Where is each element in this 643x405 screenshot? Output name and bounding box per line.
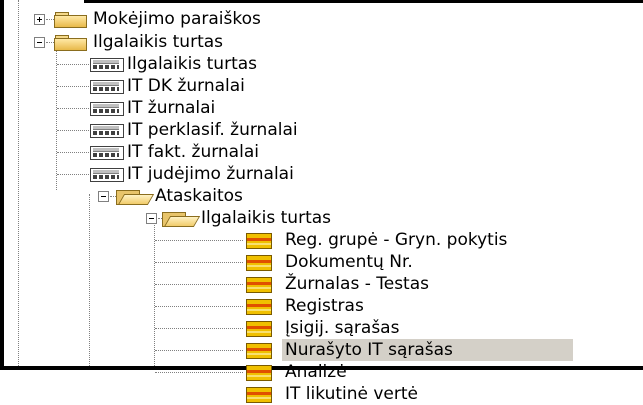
report-icon [246, 299, 272, 315]
folder-closed-icon [54, 12, 87, 28]
expand-icon[interactable] [34, 14, 45, 25]
folder-open-icon [116, 189, 155, 205]
tree-item-dokumentu-nr[interactable]: Dokumentų Nr. [4, 251, 643, 273]
tree-item-label: Mokėjimo paraiškos [93, 9, 261, 29]
collapse-icon[interactable] [98, 191, 109, 202]
tree-item-label: IT perklasif. žurnalai [127, 120, 298, 140]
journal-icon [90, 146, 124, 160]
tree-item-isigij-sarasas[interactable]: Įsigij. sąrašas [4, 317, 643, 339]
journal-icon [90, 58, 124, 72]
tree-item-label: Dokumentų Nr. [285, 252, 413, 272]
journal-icon [90, 102, 124, 116]
tree-item-reg-grupe-gryn-pokytis[interactable]: Reg. grupė - Gryn. pokytis [4, 229, 643, 251]
tree-view[interactable]: Mokėjimo paraiškos Ilgalaikis turtas Ilg… [4, 0, 643, 404]
tree-item-label-selected: Nurašyto IT sąrašas [282, 339, 573, 361]
folder-closed-icon [54, 35, 87, 51]
tree-item-label: Analizė [285, 362, 347, 382]
tree-item-ataskaitos[interactable]: Ataskaitos [4, 185, 643, 207]
report-icon [246, 343, 272, 359]
tree-item-label: Žurnalas - Testas [285, 274, 429, 294]
tree-item-label: Ilgalaikis turtas [201, 208, 332, 228]
folder-open-icon [162, 211, 201, 227]
tree-item-it-zurnalai[interactable]: IT žurnalai [4, 97, 643, 119]
tree-item-ilgalaikis-turtas[interactable]: Ilgalaikis turtas [4, 31, 643, 53]
tree-item-label: IT likutinė vertė [285, 384, 419, 404]
journal-icon [90, 80, 124, 94]
tree-item-label: IT DK žurnalai [127, 76, 245, 96]
tree-item-label: IT fakt. žurnalai [127, 142, 259, 162]
tree-item-zurnalas-testas[interactable]: Žurnalas - Testas [4, 273, 643, 295]
journal-icon [90, 168, 124, 182]
tree-item-analize[interactable]: Analizė [4, 361, 643, 383]
tree-item-label: IT judėjimo žurnalai [127, 164, 294, 184]
tree-item-it-fakt-zurnalai[interactable]: IT fakt. žurnalai [4, 141, 643, 163]
report-icon [246, 233, 272, 249]
tree-item-label: Ilgalaikis turtas [127, 54, 258, 74]
tree-item-it-judejimo-zurnalai[interactable]: IT judėjimo žurnalai [4, 163, 643, 185]
tree-item-label: Ilgalaikis turtas [93, 32, 224, 52]
journal-icon [90, 124, 124, 138]
tree-item-nurasyto-it-sarasas[interactable]: Nurašyto IT sąrašas [4, 339, 643, 361]
report-icon [246, 277, 272, 293]
report-icon [246, 387, 272, 403]
tree-item-it-perklasif-zurnalai[interactable]: IT perklasif. žurnalai [4, 119, 643, 141]
tree-item-it-likutine-verte[interactable]: IT likutinė vertė [4, 383, 643, 405]
tree-item-ilgalaikis-turtas-reports[interactable]: Ilgalaikis turtas [4, 207, 643, 229]
report-icon [246, 321, 272, 337]
tree-item-registras[interactable]: Registras [4, 295, 643, 317]
report-icon [246, 255, 272, 271]
tree-item-label: Registras [285, 296, 364, 316]
tree-item-label: IT žurnalai [127, 98, 216, 118]
tree-item-ilgalaikis-turtas-journal[interactable]: Ilgalaikis turtas [4, 53, 643, 75]
report-icon [246, 365, 272, 381]
collapse-icon[interactable] [146, 213, 157, 224]
tree-item-it-dk-zurnalai[interactable]: IT DK žurnalai [4, 75, 643, 97]
tree-item-label: Reg. grupė - Gryn. pokytis [285, 230, 508, 250]
tree-item-label: Įsigij. sąrašas [285, 318, 400, 338]
tree-item-mokejimo-paraiskos[interactable]: Mokėjimo paraiškos [4, 8, 643, 30]
tree-item-label: Ataskaitos [155, 186, 243, 206]
collapse-icon[interactable] [34, 37, 45, 48]
